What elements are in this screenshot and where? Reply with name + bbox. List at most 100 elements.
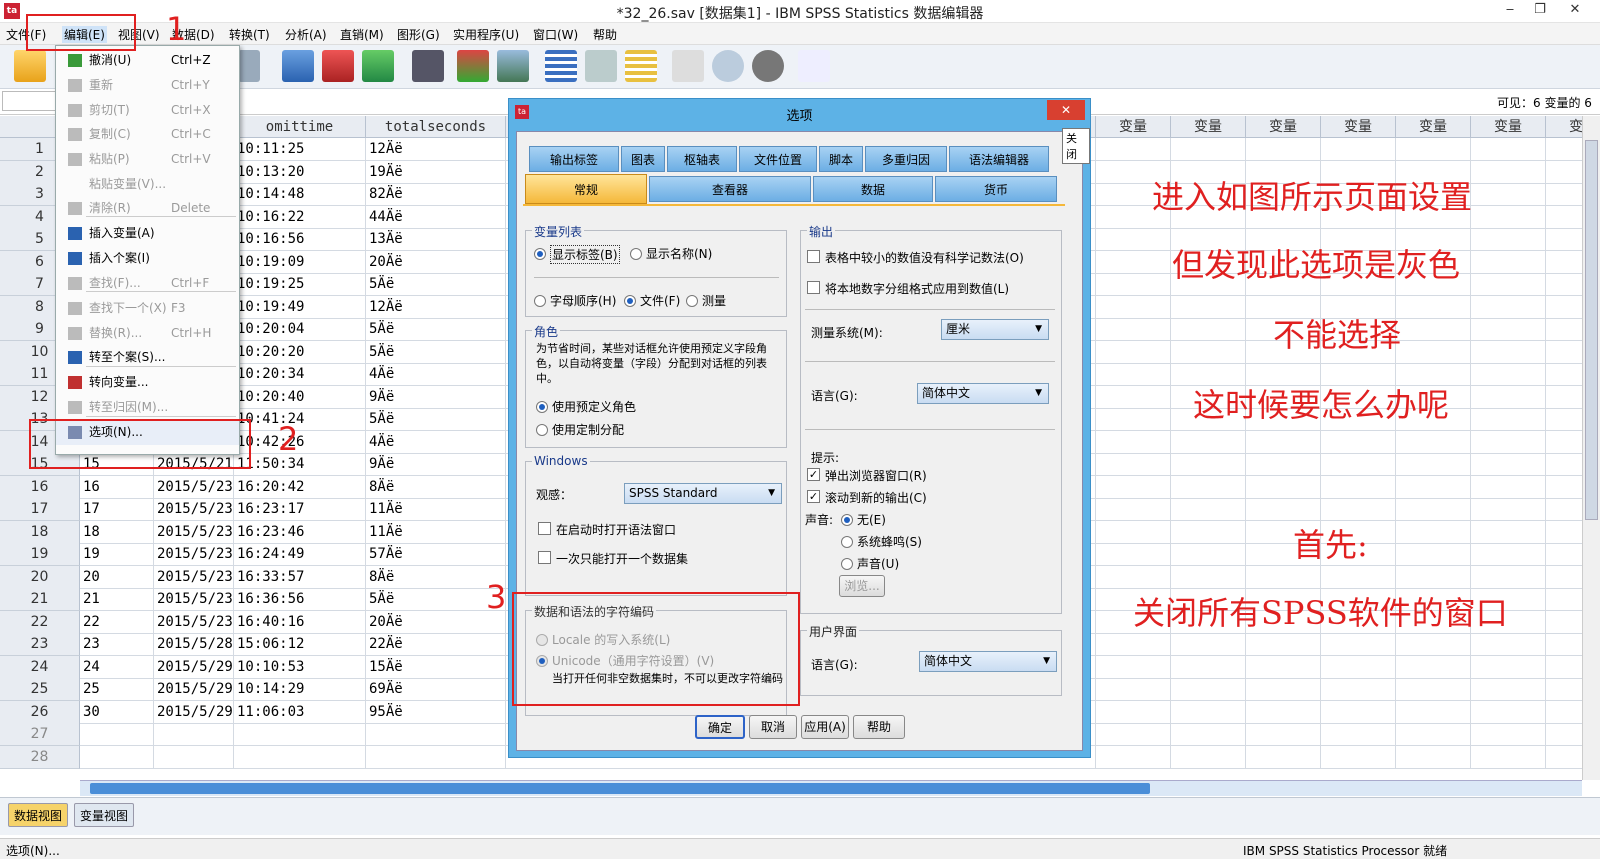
grid-cell-empty[interactable] bbox=[1171, 565, 1246, 589]
grid-cell-empty[interactable] bbox=[1096, 250, 1171, 274]
grid-cell-empty[interactable] bbox=[1396, 520, 1471, 544]
grid-cell[interactable]: 10:16:56 bbox=[234, 228, 366, 251]
grid-cell-empty[interactable] bbox=[1471, 520, 1546, 544]
column-header-column-omittime[interactable]: omittime bbox=[234, 116, 366, 138]
grid-cell[interactable]: 16 bbox=[80, 475, 154, 499]
row-header[interactable]: 17 bbox=[0, 498, 80, 521]
row-header[interactable]: 22 bbox=[0, 610, 80, 634]
redo-arrow-icon[interactable] bbox=[238, 50, 260, 82]
grid-cell[interactable]: 12Äë bbox=[366, 138, 506, 161]
grid-cell-empty[interactable] bbox=[1546, 431, 1582, 454]
grid-cell-empty[interactable] bbox=[1471, 273, 1546, 296]
spell-check-icon[interactable] bbox=[798, 50, 830, 82]
grid-cell-empty[interactable] bbox=[1171, 520, 1246, 544]
select-cases-icon[interactable] bbox=[625, 50, 657, 82]
menu-direct-marketing[interactable]: 直销(M) bbox=[340, 26, 384, 43]
grid-cell-empty[interactable] bbox=[1471, 205, 1546, 229]
grid-cell[interactable]: 10:19:49 bbox=[234, 295, 366, 319]
row-header[interactable]: 25 bbox=[0, 678, 80, 701]
grid-cell[interactable]: 11:50:34 bbox=[234, 453, 366, 476]
grid-cell-empty[interactable] bbox=[1471, 565, 1546, 589]
grid-cell[interactable]: 10:20:40 bbox=[234, 385, 366, 409]
grid-cell[interactable]: 10:14:29 bbox=[234, 678, 366, 701]
grid-cell-empty[interactable] bbox=[1546, 498, 1582, 521]
edit-menu-item[interactable]: 插入变量(A) bbox=[56, 221, 239, 246]
grid-cell-empty[interactable] bbox=[1321, 723, 1396, 746]
grid-cell-empty[interactable] bbox=[1246, 453, 1321, 476]
grid-cell[interactable] bbox=[366, 723, 506, 746]
grid-cell-empty[interactable] bbox=[1471, 655, 1546, 679]
grid-cell-empty[interactable] bbox=[1321, 453, 1396, 476]
grid-cell[interactable]: 2015/5/23 bbox=[154, 565, 234, 589]
grid-cell-empty[interactable] bbox=[1546, 543, 1582, 566]
grid-cell[interactable]: 23 bbox=[80, 633, 154, 656]
grid-cell[interactable] bbox=[80, 745, 154, 769]
edit-menu-item[interactable]: 复制(C) Ctrl+C bbox=[56, 122, 239, 147]
grid-cell-empty[interactable] bbox=[1246, 745, 1321, 769]
grid-cell-empty[interactable] bbox=[1396, 295, 1471, 319]
grid-cell-empty[interactable] bbox=[1546, 318, 1582, 341]
grid-cell[interactable]: 16:20:42 bbox=[234, 475, 366, 499]
grid-cell[interactable]: 19 bbox=[80, 543, 154, 566]
tab-scripts[interactable]: 脚本 bbox=[819, 146, 863, 172]
grid-cell[interactable]: 10:16:22 bbox=[234, 205, 366, 229]
grid-cell[interactable]: 2015/5/23 bbox=[154, 588, 234, 611]
grid-cell[interactable]: 10:14:48 bbox=[234, 183, 366, 206]
tab-currency[interactable]: 货币 bbox=[935, 176, 1057, 202]
grid-cell-empty[interactable] bbox=[1546, 228, 1582, 251]
edit-menu-item[interactable]: 查找下一个(X) F3 bbox=[56, 296, 239, 321]
grid-cell-empty[interactable] bbox=[1096, 295, 1171, 319]
grid-cell[interactable]: 95Äë bbox=[366, 700, 506, 724]
menu-window[interactable]: 窗口(W) bbox=[533, 26, 578, 43]
grid-cell-empty[interactable] bbox=[1546, 341, 1582, 364]
grid-cell-empty[interactable] bbox=[1171, 430, 1246, 454]
tab-multiple-imputations[interactable]: 多重归因 bbox=[865, 146, 947, 172]
grid-cell-empty[interactable] bbox=[1246, 678, 1321, 701]
open-syntax-checkbox[interactable] bbox=[538, 522, 551, 535]
language-dropdown[interactable]: 简体中文 ▼ bbox=[917, 383, 1049, 404]
grid-cell[interactable]: 19Äë bbox=[366, 160, 506, 184]
grid-cell-empty[interactable] bbox=[1171, 723, 1246, 746]
value-labels-icon[interactable] bbox=[672, 50, 704, 82]
grid-cell[interactable]: 2015/5/29 bbox=[154, 700, 234, 724]
tab-output-labels[interactable]: 输出标签 bbox=[529, 146, 619, 172]
display-names-radio[interactable] bbox=[630, 248, 642, 260]
row-header[interactable]: 18 bbox=[0, 520, 80, 544]
grid-cell-empty[interactable] bbox=[1471, 340, 1546, 364]
edit-menu-item[interactable]: 撤消(U) Ctrl+Z bbox=[56, 48, 239, 73]
ui-language-dropdown[interactable]: 简体中文 ▼ bbox=[919, 651, 1057, 672]
vertical-scroll-thumb[interactable] bbox=[1585, 140, 1598, 520]
grid-cell-empty[interactable] bbox=[1546, 206, 1582, 229]
grid-cell[interactable] bbox=[366, 745, 506, 769]
apply-button[interactable]: 应用(A) bbox=[801, 715, 849, 739]
grid-cell-empty[interactable] bbox=[1096, 498, 1171, 521]
grid-cell-empty[interactable] bbox=[1396, 318, 1471, 341]
grid-cell[interactable]: 13Äë bbox=[366, 228, 506, 251]
grid-cell-empty[interactable] bbox=[1471, 183, 1546, 206]
open-folder-icon[interactable] bbox=[14, 50, 46, 82]
grid-cell-empty[interactable] bbox=[1246, 475, 1321, 499]
grid-cell[interactable]: 57Äë bbox=[366, 543, 506, 566]
grid-cell[interactable]: 30 bbox=[80, 700, 154, 724]
grid-cell-empty[interactable] bbox=[1471, 700, 1546, 724]
no-scientific-notation-checkbox[interactable] bbox=[807, 250, 820, 263]
grid-cell-empty[interactable] bbox=[1471, 745, 1546, 769]
grid-cell-empty[interactable] bbox=[1471, 633, 1546, 656]
grid-cell-empty[interactable] bbox=[1096, 363, 1171, 386]
grid-cell[interactable]: 25 bbox=[80, 678, 154, 701]
row-header[interactable]: 27 bbox=[0, 723, 80, 746]
grid-cell[interactable]: 4Äë bbox=[366, 430, 506, 454]
grid-cell-empty[interactable] bbox=[1471, 295, 1546, 319]
grid-cell-empty[interactable] bbox=[1321, 633, 1396, 656]
grid-cell-empty[interactable] bbox=[1546, 363, 1582, 386]
grid-cell[interactable]: 22Äë bbox=[366, 633, 506, 656]
row-header[interactable]: 16 bbox=[0, 475, 80, 499]
grid-cell-empty[interactable] bbox=[1546, 746, 1582, 769]
grid-cell-empty[interactable] bbox=[1546, 611, 1582, 634]
grid-cell-empty[interactable] bbox=[1171, 543, 1246, 566]
tab-file-locations[interactable]: 文件位置 bbox=[739, 146, 817, 172]
grid-cell[interactable]: 5Äë bbox=[366, 588, 506, 611]
grid-cell[interactable]: 20 bbox=[80, 565, 154, 589]
grid-cell[interactable]: 16:23:17 bbox=[234, 498, 366, 521]
edit-menu-item[interactable]: 重新 Ctrl+Y bbox=[56, 73, 239, 98]
